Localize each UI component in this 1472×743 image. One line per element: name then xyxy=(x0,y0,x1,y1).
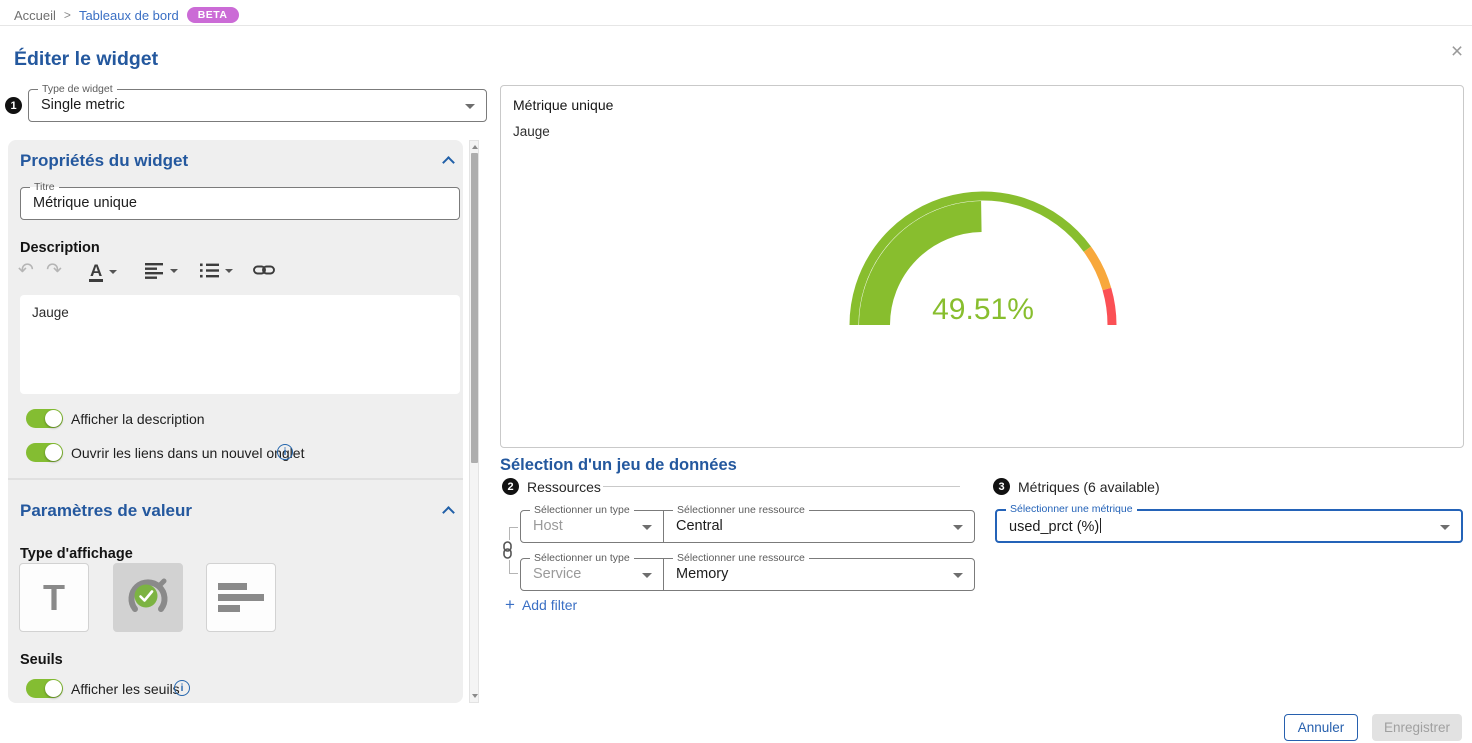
close-icon[interactable]: × xyxy=(1444,39,1470,65)
resources-label: Ressources xyxy=(527,479,601,495)
display-type-gauge-button[interactable] xyxy=(113,563,183,632)
preview-description: Jauge xyxy=(513,124,550,139)
chevron-down-icon xyxy=(465,104,475,109)
resource-type-select-2-label: Sélectionner un type xyxy=(530,552,634,564)
resource-type-select-2[interactable]: Sélectionner un type Service xyxy=(520,558,664,591)
thresholds-label: Seuils xyxy=(20,652,63,668)
link-rows-icon xyxy=(502,541,513,559)
text-display-icon: T xyxy=(43,580,65,616)
display-type-bars-button[interactable] xyxy=(206,563,276,632)
insert-link-button[interactable] xyxy=(253,263,275,277)
resources-divider xyxy=(603,486,960,487)
step-2-badge: 2 xyxy=(502,478,519,495)
text-color-button[interactable]: A xyxy=(89,262,117,282)
resource-select-2-value: Memory xyxy=(676,566,728,582)
redo-button[interactable]: ↷ xyxy=(46,261,62,280)
widget-preview-panel: Métrique unique Jauge 49.51% xyxy=(500,85,1464,448)
title-input-value: Métrique unique xyxy=(33,195,137,211)
dataset-heading: Sélection d'un jeu de données xyxy=(500,456,737,475)
gauge-value-label: 49.51% xyxy=(932,293,1034,326)
collapse-value-settings-icon[interactable] xyxy=(442,506,455,519)
section-divider xyxy=(8,478,463,480)
align-icon xyxy=(145,262,164,279)
beta-badge: BETA xyxy=(187,7,239,23)
resource-type-select-1-label: Sélectionner un type xyxy=(530,504,634,516)
show-thresholds-toggle[interactable] xyxy=(26,679,63,698)
align-button[interactable] xyxy=(145,262,178,279)
chain-wrap xyxy=(500,540,514,560)
chevron-down-icon xyxy=(642,573,652,578)
chevron-down-icon xyxy=(109,270,117,274)
collapse-properties-icon[interactable] xyxy=(442,156,455,169)
save-button[interactable]: Enregistrer xyxy=(1372,714,1462,741)
properties-section-heading: Propriétés du widget xyxy=(20,151,188,171)
breadcrumb-home-link[interactable]: Accueil xyxy=(14,8,56,23)
chevron-down-icon xyxy=(953,525,963,530)
settings-panel: Propriétés du widget Titre Métrique uniq… xyxy=(8,140,463,703)
undo-icon: ↶ xyxy=(18,261,34,280)
breadcrumb-dashboards-link[interactable]: Tableaux de bord xyxy=(79,8,179,23)
redo-icon: ↷ xyxy=(46,261,62,280)
scrollbar-thumb[interactable] xyxy=(471,153,478,463)
chevron-down-icon xyxy=(953,573,963,578)
chevron-down-icon xyxy=(642,525,652,530)
description-textarea[interactable]: Jauge xyxy=(20,295,460,394)
metric-select[interactable]: Sélectionner une métrique used_prct (%) xyxy=(995,509,1463,543)
show-thresholds-toggle-label: Afficher les seuils xyxy=(71,681,180,697)
title-input[interactable]: Titre Métrique unique xyxy=(20,187,460,220)
breadcrumb-separator-icon: > xyxy=(64,8,71,22)
undo-button[interactable]: ↶ xyxy=(18,261,34,280)
text-color-icon: A xyxy=(89,262,103,282)
widget-type-select-label: Type de widget xyxy=(38,83,117,95)
display-type-label: Type d'affichage xyxy=(20,546,133,562)
chevron-down-icon xyxy=(170,269,178,273)
display-type-text-button[interactable]: T xyxy=(19,563,89,632)
metric-select-value: used_prct (%) xyxy=(1009,518,1101,535)
open-links-toggle-label: Ouvrir les liens dans un nouvel onglet xyxy=(71,445,304,461)
resource-type-select-1[interactable]: Sélectionner un type Host xyxy=(520,510,664,543)
header-divider xyxy=(0,25,1472,26)
list-icon xyxy=(200,262,219,279)
add-filter-button[interactable]: + Add filter xyxy=(505,596,577,613)
widget-type-select-value: Single metric xyxy=(41,97,125,113)
thresholds-info-icon[interactable]: i xyxy=(174,680,190,696)
chevron-down-icon xyxy=(1440,525,1450,530)
cancel-button[interactable]: Annuler xyxy=(1284,714,1358,741)
scroll-down-icon[interactable] xyxy=(472,694,478,698)
bars-display-icon xyxy=(217,583,265,613)
value-settings-heading: Paramètres de valeur xyxy=(20,501,192,521)
description-label: Description xyxy=(20,240,100,256)
page-title: Éditer le widget xyxy=(14,48,158,71)
widget-type-select[interactable]: Type de widget Single metric xyxy=(28,89,487,122)
resource-type-select-1-value: Host xyxy=(533,518,563,534)
resource-type-select-2-value: Service xyxy=(533,566,581,582)
widget-editor-page: Accueil > Tableaux de bord BETA Éditer l… xyxy=(0,0,1472,743)
scroll-up-icon[interactable] xyxy=(472,145,478,149)
show-description-toggle-label: Afficher la description xyxy=(71,411,205,427)
metrics-label: Métriques (6 available) xyxy=(1018,479,1160,495)
resource-select-1-value: Central xyxy=(676,518,723,534)
gauge-display-icon xyxy=(125,576,171,620)
plus-icon: + xyxy=(505,596,515,613)
resource-select-1[interactable]: Sélectionner une ressource Central xyxy=(663,510,975,543)
list-button[interactable] xyxy=(200,262,233,279)
preview-title: Métrique unique xyxy=(513,97,613,113)
resource-select-2-label: Sélectionner une ressource xyxy=(673,552,809,564)
resource-select-1-label: Sélectionner une ressource xyxy=(673,504,809,516)
title-input-label: Titre xyxy=(30,181,59,193)
settings-scrollbar[interactable] xyxy=(469,140,479,703)
add-filter-label: Add filter xyxy=(522,597,577,613)
gauge-chart: 49.51% xyxy=(838,181,1128,337)
breadcrumb: Accueil > Tableaux de bord BETA xyxy=(14,5,239,25)
resource-select-2[interactable]: Sélectionner une ressource Memory xyxy=(663,558,975,591)
open-links-toggle[interactable] xyxy=(26,443,63,462)
show-description-toggle[interactable] xyxy=(26,409,63,428)
text-cursor xyxy=(1100,518,1101,533)
link-icon xyxy=(253,263,275,277)
step-1-badge: 1 xyxy=(5,97,22,114)
chevron-down-icon xyxy=(225,269,233,273)
open-links-info-icon[interactable]: i xyxy=(277,444,293,460)
metric-select-label: Sélectionner une métrique xyxy=(1006,503,1137,515)
step-3-badge: 3 xyxy=(993,478,1010,495)
